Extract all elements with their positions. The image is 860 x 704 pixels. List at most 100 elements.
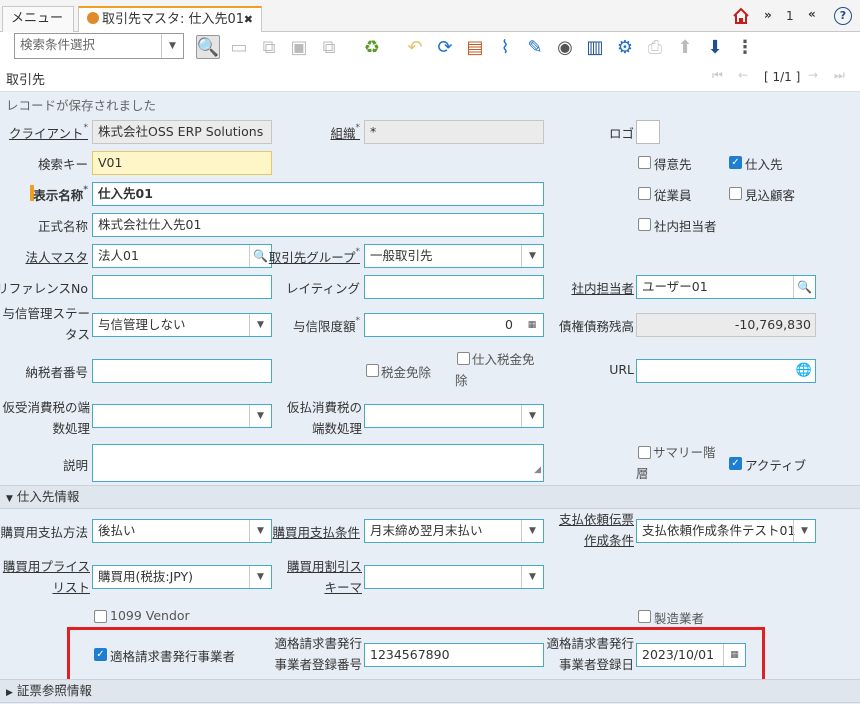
internal-rep-field[interactable]: ユーザー01 🔍	[636, 275, 816, 299]
partner-group-label[interactable]: 取引先グループ*	[269, 247, 360, 266]
corp-master-field[interactable]: 法人01 🔍	[92, 244, 272, 268]
prospect-checkbox[interactable]	[729, 187, 742, 200]
prospect-label: 見込顧客	[745, 188, 796, 203]
manufacturer-label: 製造業者	[654, 611, 705, 626]
vendor-section-header[interactable]: ▼ 仕入先情報	[0, 485, 860, 509]
description-textarea[interactable]: ◢	[92, 444, 544, 482]
chevron-down-icon: ▼	[249, 520, 271, 542]
employee-checkbox[interactable]	[638, 187, 651, 200]
vendor-1099-label: 1099 Vendor	[110, 608, 190, 623]
chevron-down-icon: ▼	[521, 520, 543, 542]
save-new-icon[interactable]: ⧉	[317, 35, 341, 59]
active-checkbox[interactable]: ✓	[729, 457, 742, 470]
credit-limit-field[interactable]: 0 ▦	[364, 313, 544, 337]
help-icon[interactable]: ?	[834, 7, 852, 25]
official-name-field[interactable]: 株式会社仕入先01	[92, 213, 544, 237]
tax-exempt-checkbox[interactable]	[366, 364, 379, 377]
first-record-icon[interactable]: ⏮	[712, 68, 723, 83]
tax-id-field[interactable]	[92, 359, 272, 383]
chat-icon[interactable]: ✎	[523, 35, 547, 59]
document-ref-section-header[interactable]: ▶ 証票参照情報	[0, 679, 860, 703]
customer-checkbox[interactable]	[638, 156, 651, 169]
chevron-down-icon: ▼	[249, 405, 271, 427]
arrow-down-icon[interactable]: ⬇	[703, 35, 727, 59]
partner-group-select[interactable]: 一般取引先 ▼	[364, 244, 544, 268]
po-tax-rounding-select[interactable]: ▼	[364, 404, 544, 428]
next-record-icon[interactable]: →	[808, 68, 818, 82]
display-name-label: 表示名称*	[33, 185, 88, 203]
invoice-issuer-checkbox[interactable]: ✓	[94, 648, 107, 661]
discount-schema-label[interactable]: 購買用割引スキーマ	[276, 556, 362, 598]
credit-status-label: 与信管理ステータス	[2, 306, 90, 342]
resize-handle-icon[interactable]: ◢	[534, 459, 541, 481]
new-record-icon[interactable]: ▭	[227, 35, 251, 59]
search-condition-select[interactable]: 検索条件選択 ▼	[14, 33, 184, 59]
po-tax-exempt-label: 仕入税金免除	[455, 352, 535, 388]
payment-request-label[interactable]: 支払依頼伝票作成条件	[548, 509, 634, 551]
more-menu-icon[interactable]: ⋮	[733, 35, 757, 59]
tab-menu[interactable]: メニュー	[2, 6, 74, 32]
chevron-right-icon: ▶	[6, 688, 13, 698]
search-icon[interactable]: 🔍	[249, 245, 271, 267]
calendar-icon[interactable]: ▦	[723, 644, 745, 666]
price-list-label[interactable]: 購買用プライスリスト	[2, 556, 90, 598]
internal-rep-flag-checkbox[interactable]	[638, 218, 651, 231]
payment-request-select[interactable]: 支払依頼作成条件テスト01 ▼	[636, 519, 816, 543]
discount-schema-select[interactable]: ▼	[364, 565, 544, 589]
reg-date-field[interactable]: 2023/10/01 ▦	[636, 643, 746, 667]
rating-label: レイティング	[285, 281, 360, 296]
client-field[interactable]: 株式会社OSS ERP Solutions	[92, 120, 272, 144]
delete-icon[interactable]: ♻	[360, 35, 384, 59]
tax-id-label: 納税者番号	[25, 365, 88, 380]
home-icon[interactable]	[732, 7, 750, 25]
display-name-field[interactable]: 仕入先01	[92, 182, 544, 206]
calculator-icon[interactable]: ▦	[521, 314, 543, 336]
print-icon[interactable]: ⎙	[643, 35, 667, 59]
corp-master-label[interactable]: 法人マスタ	[25, 247, 88, 266]
tab-partner-master[interactable]: 取引先マスタ: 仕入先01 ✖	[78, 6, 262, 32]
copy-icon[interactable]: ⧉	[257, 35, 281, 59]
reference-no-field[interactable]	[92, 275, 272, 299]
po-tax-rounding-label: 仮払消費税の端数処理	[286, 400, 362, 436]
org-field[interactable]: *	[364, 120, 544, 144]
internal-rep-label[interactable]: 社内担当者	[571, 278, 634, 297]
search-icon[interactable]: 🔍	[196, 35, 220, 59]
credit-limit-label: 与信限度額*	[292, 316, 360, 334]
vendor-checkbox[interactable]: ✓	[729, 156, 742, 169]
credit-status-select[interactable]: 与信管理しない ▼	[92, 313, 272, 337]
attachment-icon[interactable]: ⌇	[493, 35, 517, 59]
org-label[interactable]: 組織*	[330, 123, 360, 142]
payment-term-label[interactable]: 購買用支払条件	[272, 522, 360, 541]
previous-record-icon[interactable]: ←	[738, 68, 748, 82]
url-field[interactable]: 🌐	[636, 359, 816, 383]
undo-icon[interactable]: ↶	[403, 35, 427, 59]
close-icon[interactable]: ✖	[244, 8, 253, 32]
reg-number-field[interactable]: 1234567890	[364, 643, 544, 667]
active-label: アクティブ	[745, 458, 807, 473]
report-icon[interactable]: ▥	[583, 35, 607, 59]
gear-icon[interactable]: ⚙	[613, 35, 637, 59]
payment-rule-select[interactable]: 後払い ▼	[92, 519, 272, 543]
collapse-up-icon[interactable]: «	[808, 7, 816, 21]
so-tax-rounding-select[interactable]: ▼	[92, 404, 272, 428]
price-list-select[interactable]: 購買用(税抜:JPY) ▼	[92, 565, 272, 589]
logo-image[interactable]	[636, 120, 660, 144]
collapse-down-icon[interactable]: »	[764, 8, 772, 22]
vendor-1099-checkbox[interactable]	[94, 610, 107, 623]
balance-field[interactable]: -10,769,830	[636, 313, 816, 337]
search-key-field[interactable]: V01	[92, 151, 272, 175]
globe-icon[interactable]: 🌐	[793, 360, 815, 382]
search-icon[interactable]: 🔍	[793, 276, 815, 298]
credit-limit-value: 0	[505, 317, 513, 332]
last-record-icon[interactable]: ⏭	[834, 68, 845, 83]
rating-field[interactable]	[364, 275, 544, 299]
arrow-up-icon[interactable]: ⬆	[673, 35, 697, 59]
refresh-icon[interactable]: ⟳	[433, 35, 457, 59]
save-icon[interactable]: ▣	[287, 35, 311, 59]
payment-term-select[interactable]: 月末締め翌月末払い ▼	[364, 519, 544, 543]
client-label[interactable]: クライアント*	[9, 123, 88, 142]
manufacturer-checkbox[interactable]	[638, 610, 651, 623]
title-bar: 取引先 ⏮ ← [ 1/1 ] → ⏭	[0, 62, 860, 92]
zoom-across-icon[interactable]: ◉	[553, 35, 577, 59]
grid-view-icon[interactable]: ▤	[463, 35, 487, 59]
